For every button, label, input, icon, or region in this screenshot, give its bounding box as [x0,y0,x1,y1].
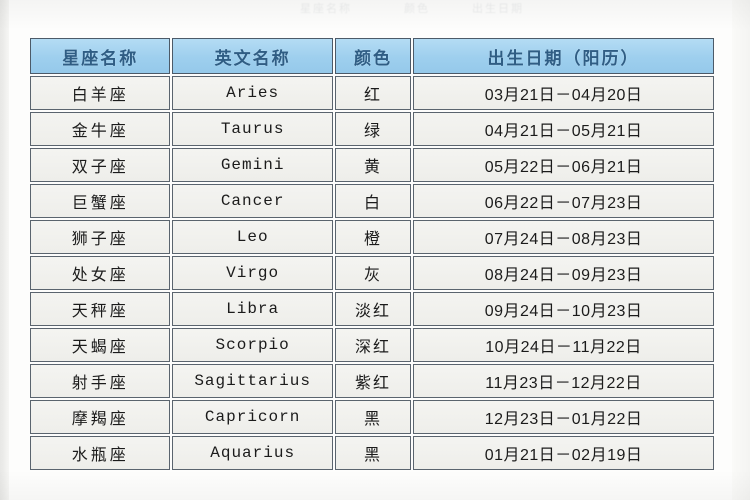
zodiac-english-name: Leo [172,220,333,254]
table-row: 白羊座 Aries 红 03月21日－04月20日 [30,76,714,110]
header-row: 星座名称 英文名称 颜色 出生日期（阳历） [30,38,714,74]
zodiac-name: 巨蟹座 [30,184,171,218]
zodiac-color: 橙 [334,220,412,254]
table-row: 巨蟹座 Cancer 白 06月22日－07月23日 [30,184,714,218]
zodiac-birth-date: 07月24日－08月23日 [413,220,714,254]
zodiac-table-page: 星座名称 颜色 出生日期 星座名称 英文名称 颜色 出生日期（阳历） 白羊座 Ar… [0,0,750,500]
zodiac-english-name: Taurus [172,112,333,146]
column-header-english: 英文名称 [172,38,333,74]
zodiac-english-name: Scorpio [172,328,333,362]
ghost-text-date: 出生日期 [472,3,524,15]
table-row: 天蝎座 Scorpio 深红 10月24日－11月22日 [30,328,714,362]
zodiac-english-name: Aquarius [172,436,333,470]
zodiac-name: 金牛座 [30,112,171,146]
table-row: 处女座 Virgo 灰 08月24日－09月23日 [30,256,714,290]
zodiac-color: 淡红 [334,292,412,326]
zodiac-english-name: Virgo [172,256,333,290]
zodiac-color: 白 [334,184,412,218]
zodiac-color: 黄 [334,148,412,182]
table-row: 狮子座 Leo 橙 07月24日－08月23日 [30,220,714,254]
scan-edge-right [732,0,750,500]
zodiac-birth-date: 03月21日－04月20日 [413,76,714,110]
zodiac-birth-date: 09月24日－10月23日 [413,292,714,326]
column-header-name: 星座名称 [30,38,171,74]
zodiac-birth-date: 08月24日－09月23日 [413,256,714,290]
zodiac-name: 处女座 [30,256,171,290]
zodiac-name: 天蝎座 [30,328,171,362]
zodiac-birth-date: 11月23日－12月22日 [413,364,714,398]
zodiac-english-name: Cancer [172,184,333,218]
zodiac-name: 射手座 [30,364,171,398]
zodiac-birth-date: 12月23日－01月22日 [413,400,714,434]
zodiac-color: 紫红 [334,364,412,398]
zodiac-name: 双子座 [30,148,171,182]
column-header-color: 颜色 [334,38,412,74]
table-row: 摩羯座 Capricorn 黑 12月23日－01月22日 [30,400,714,434]
table-row: 天秤座 Libra 淡红 09月24日－10月23日 [30,292,714,326]
ghost-text-color: 颜色 [404,3,430,15]
zodiac-english-name: Libra [172,292,333,326]
zodiac-color: 深红 [334,328,412,362]
zodiac-birth-date: 10月24日－11月22日 [413,328,714,362]
zodiac-birth-date: 04月21日－05月21日 [413,112,714,146]
zodiac-english-name: Sagittarius [172,364,333,398]
zodiac-color: 绿 [334,112,412,146]
zodiac-name: 狮子座 [30,220,171,254]
table-header: 星座名称 英文名称 颜色 出生日期（阳历） [30,38,714,74]
zodiac-birth-date: 01月21日－02月19日 [413,436,714,470]
zodiac-name: 摩羯座 [30,400,171,434]
scan-edge-left [0,0,9,500]
zodiac-birth-date: 06月22日－07月23日 [413,184,714,218]
zodiac-name: 天秤座 [30,292,171,326]
zodiac-color: 灰 [334,256,412,290]
zodiac-name: 白羊座 [30,76,171,110]
table-row: 射手座 Sagittarius 紫红 11月23日－12月22日 [30,364,714,398]
ghost-text-name: 星座名称 [300,3,352,15]
zodiac-name: 水瓶座 [30,436,171,470]
zodiac-color: 红 [334,76,412,110]
column-header-date: 出生日期（阳历） [413,38,714,74]
zodiac-color: 黑 [334,436,412,470]
zodiac-table: 星座名称 英文名称 颜色 出生日期（阳历） 白羊座 Aries 红 03月21日－04… [28,36,716,472]
zodiac-english-name: Aries [172,76,333,110]
table-row: 水瓶座 Aquarius 黑 01月21日－02月19日 [30,436,714,470]
zodiac-color: 黑 [334,400,412,434]
cut-off-ghost-row: 星座名称 颜色 出生日期 [0,0,750,16]
zodiac-birth-date: 05月22日－06月21日 [413,148,714,182]
zodiac-english-name: Capricorn [172,400,333,434]
zodiac-english-name: Gemini [172,148,333,182]
table-row: 金牛座 Taurus 绿 04月21日－05月21日 [30,112,714,146]
table-body: 白羊座 Aries 红 03月21日－04月20日 金牛座 Taurus 绿 04月21日－0… [30,76,714,470]
table-row: 双子座 Gemini 黄 05月22日－06月21日 [30,148,714,182]
